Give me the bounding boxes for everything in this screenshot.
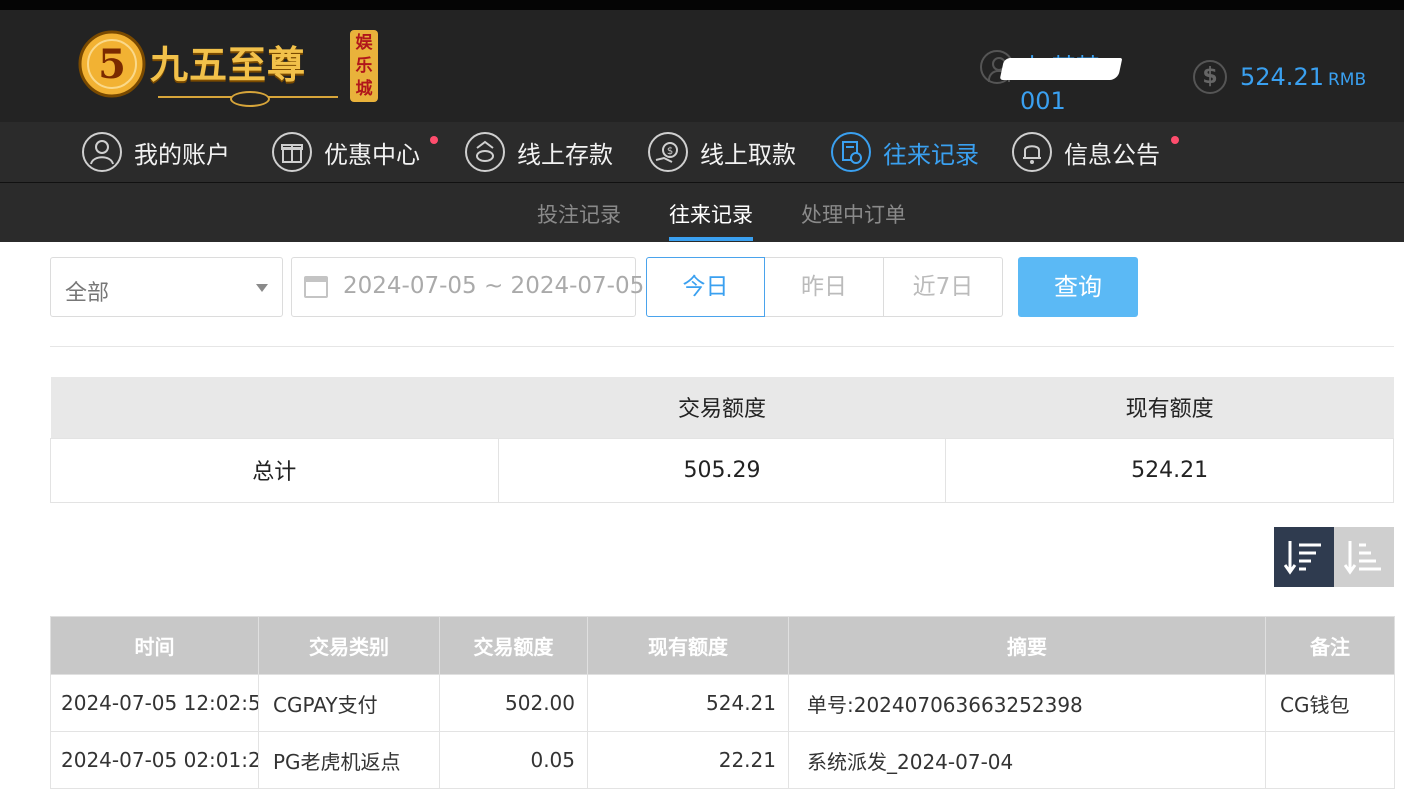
cell-balance: 524.21	[587, 674, 789, 732]
nav-label: 我的账户	[134, 140, 230, 169]
summary-table: 交易额度 现有额度 总计 505.29 524.21	[50, 377, 1394, 503]
cell-remark	[1265, 731, 1395, 789]
chevron-down-icon	[256, 284, 268, 292]
cell-summary: 系统派发_2024-07-04	[788, 731, 1266, 789]
summary-label: 总计	[50, 437, 499, 503]
sort-asc-icon	[1344, 541, 1381, 575]
transaction-type-select[interactable]: 全部	[50, 257, 283, 317]
summary-transaction-amount: 505.29	[497, 437, 947, 503]
nav-label: 往来记录	[883, 140, 979, 169]
table-row: 2024-07-05 02:01:27 PG老虎机返点 0.05 22.21 系…	[50, 731, 1395, 789]
top-strip	[0, 0, 1404, 10]
column-header-type: 交易类别	[258, 616, 440, 675]
cell-type: CGPAY支付	[258, 674, 440, 732]
nav-item-withdraw[interactable]: $ 线上取款	[648, 131, 796, 173]
records-table: 时间 交易类别 交易额度 现有额度 摘要 备注 2024-07-05 12:02…	[50, 616, 1395, 789]
redaction-mark	[999, 58, 1123, 80]
account-balance: 524.21 RMB	[1240, 60, 1366, 97]
cell-type: PG老虎机返点	[258, 731, 440, 789]
nav-item-announcements[interactable]: 信息公告	[1012, 131, 1179, 173]
bell-icon	[1012, 132, 1052, 172]
nav-label: 线上取款	[700, 140, 796, 169]
cell-time: 2024-07-05 02:01:27	[50, 731, 259, 789]
logo-ornament	[158, 91, 338, 107]
dollar-icon: $	[1193, 60, 1227, 94]
sort-ascending-button[interactable]	[1334, 527, 1394, 587]
cell-amount: 502.00	[439, 674, 588, 732]
cell-time: 2024-07-05 12:02:51	[50, 674, 259, 732]
summary-header: 现有额度	[945, 377, 1394, 438]
table-row: 2024-07-05 12:02:51 CGPAY支付 502.00 524.2…	[50, 674, 1395, 732]
sort-descending-button[interactable]	[1274, 527, 1334, 587]
nav-item-my-account[interactable]: 我的账户	[82, 131, 230, 173]
deposit-icon	[465, 132, 505, 172]
column-header-amount: 交易额度	[439, 616, 588, 675]
summary-row: 总计 505.29 524.21	[50, 437, 1394, 503]
tab-bet-records[interactable]: 投注记录	[537, 199, 621, 229]
sub-nav: 投注记录 往来记录 处理中订单	[0, 183, 1404, 242]
cell-remark: CG钱包	[1265, 674, 1395, 732]
tab-transaction-records[interactable]: 往来记录	[669, 199, 753, 229]
logo-numeral: 5	[98, 41, 126, 88]
user-account[interactable]: 小 某某001	[980, 50, 1140, 115]
notification-dot	[430, 136, 438, 144]
column-header-time: 时间	[50, 616, 259, 675]
main-nav: 我的账户 优惠中心 线上存款 $ 线上取款 往来记录 信息公告	[0, 122, 1404, 182]
summary-header-row: 交易额度 现有额度	[50, 377, 1394, 438]
date-range-value: 2024-07-05 ~ 2024-07-05	[343, 273, 645, 299]
cell-balance: 22.21	[587, 731, 789, 789]
nav-item-records[interactable]: 往来记录	[831, 131, 979, 173]
site-logo[interactable]: 5 九五至尊 娱 乐 城	[78, 26, 378, 107]
today-button[interactable]: 今日	[646, 257, 765, 317]
records-header-row: 时间 交易类别 交易额度 现有额度 摘要 备注	[50, 616, 1395, 675]
nav-label: 优惠中心	[324, 140, 420, 169]
cell-amount: 0.05	[439, 731, 588, 789]
summary-header: 交易额度	[498, 377, 946, 438]
badge-char: 城	[355, 79, 373, 99]
active-tab-indicator	[669, 237, 753, 241]
user-icon	[82, 132, 122, 172]
yesterday-button[interactable]: 昨日	[765, 257, 884, 317]
select-value: 全部	[65, 281, 110, 306]
badge-char: 乐	[355, 56, 373, 76]
cell-summary: 单号:202407063663252398	[788, 674, 1266, 732]
brand-name: 九五至尊	[150, 42, 307, 87]
summary-current-amount: 524.21	[945, 437, 1394, 503]
sort-desc-icon	[1284, 541, 1321, 575]
column-header-remark: 备注	[1265, 616, 1395, 675]
brand-badge: 娱 乐 城	[350, 30, 378, 102]
withdraw-icon: $	[648, 132, 688, 172]
nav-label: 信息公告	[1064, 140, 1160, 169]
column-header-summary: 摘要	[788, 616, 1266, 675]
section-divider	[50, 346, 1394, 347]
nav-item-deposit[interactable]: 线上存款	[465, 131, 613, 173]
gift-icon	[272, 132, 312, 172]
column-header-balance: 现有额度	[587, 616, 789, 675]
notification-dot	[1171, 136, 1179, 144]
balance-amount: 524.21	[1240, 63, 1324, 91]
balance-currency: RMB	[1327, 70, 1367, 90]
date-range-input[interactable]: 2024-07-05 ~ 2024-07-05	[291, 257, 644, 317]
badge-char: 娱	[355, 33, 373, 53]
tab-pending-orders[interactable]: 处理中订单	[801, 199, 906, 229]
search-button[interactable]: 查询	[1018, 257, 1138, 317]
svg-text:$: $	[667, 146, 673, 157]
site-header: 5 九五至尊 娱 乐 城 小 某某001 $ 524.21RMB	[0, 10, 1404, 122]
last-7-days-button[interactable]: 近7日	[884, 257, 1003, 317]
nav-item-promotions[interactable]: 优惠中心	[272, 131, 438, 173]
nav-label: 线上存款	[517, 140, 613, 169]
calendar-icon	[304, 276, 328, 298]
logo-emblem-icon: 5	[78, 30, 146, 98]
records-icon	[831, 132, 871, 172]
summary-header	[50, 377, 499, 438]
